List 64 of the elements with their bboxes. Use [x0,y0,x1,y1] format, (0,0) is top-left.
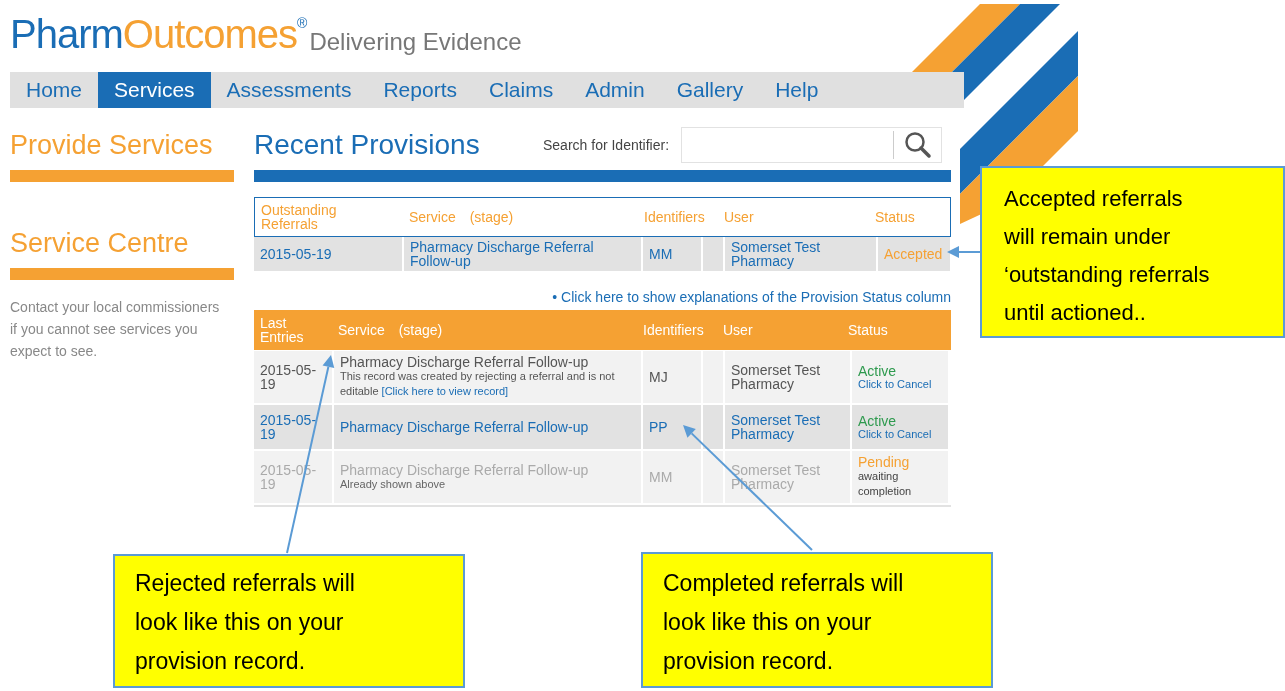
column-header: (stage) [469,207,514,227]
column-header: Service [409,207,456,227]
identifier-text: MM [649,470,673,484]
identifier-text: MM [649,247,673,261]
nav-tab[interactable]: Assessments [210,72,368,108]
search-icon [903,131,932,159]
logo-text: Outcomes [122,14,298,54]
table-cell [703,237,723,271]
cancel-link[interactable]: Click to Cancel [858,427,942,441]
status-text: Pending [858,455,911,469]
table-cell [703,351,723,403]
service-name: Pharmacy Discharge Referral Follow-up [410,240,595,268]
column-header: Outstanding Referrals [261,202,337,232]
column-header: Status [875,208,915,225]
record-note: Already shown above [340,477,446,492]
user-text: Somerset Test Pharmacy [731,413,822,441]
record-note: This record was created by rejecting a referral and is not editable [Click here to view record] [340,370,616,399]
callout-note: Accepted referrals will remain under ‘outstanding referrals until actioned.. [980,166,1285,338]
column-header: User [724,208,754,225]
nav-tab[interactable]: Admin [569,72,661,108]
nav-tab[interactable]: Reports [367,72,473,108]
user-text: Somerset Test Pharmacy [731,240,822,268]
callout-arrow [947,246,981,258]
sidebar-heading: Provide Services [10,130,214,160]
nav-tab[interactable]: Claims [472,72,570,108]
callout-note: Rejected referrals will look like this on your provision record. [113,554,465,688]
status-text: Accepted [884,247,944,261]
status-text: Active [858,363,898,378]
nav-tab[interactable]: Gallery [660,72,760,108]
page-title: Recent Provisions [254,128,481,162]
view-record-link[interactable]: [Click here to view record] [381,385,509,397]
nav-tab[interactable]: Help [759,72,835,108]
registered-mark: ® [297,16,308,30]
column-header: User [723,321,753,338]
logo-text: Pharm [10,14,123,54]
sidebar-text: Contact your local commissioners if you cannot see services you expect to see. [10,298,221,361]
nav-tab[interactable]: Home [10,72,99,108]
search-label: Search for Identifier: [543,135,671,155]
column-header: Last Entries [260,315,304,345]
table-cell [703,451,723,503]
user-text: Somerset Test Pharmacy [731,363,822,391]
identifier-text: PP [649,420,668,434]
service-name: Pharmacy Discharge Referral Follow-up [340,420,590,434]
column-header: Service [338,320,385,340]
date-text: 2015-05-19 [260,363,318,391]
column-header: (stage) [398,320,443,340]
status-note: awaiting completion [858,470,913,499]
column-header: Status [848,321,888,338]
callout-note: Completed referrals will look like this on your provision record. [641,552,993,688]
identifier-text: MJ [649,370,668,384]
table-cell [703,405,723,449]
service-name: Pharmacy Discharge Referral Follow-up [340,462,590,477]
service-name: Pharmacy Discharge Referral Follow-up [340,355,590,369]
column-header: Identifiers [644,208,705,225]
sidebar-heading: Service Centre [10,228,190,258]
explanations-link[interactable]: • Click here to show explanations of the Provision Status column [552,287,951,308]
search-field[interactable] [681,127,942,163]
tagline: Delivering Evidence [309,30,522,54]
cancel-link[interactable]: Click to Cancel [858,377,942,391]
column-header: Identifiers [643,321,704,338]
nav-tab[interactable]: Services [98,72,211,108]
date-text: 2015-05-19 [260,413,318,441]
date-text: 2015-05-19 [260,247,332,261]
status-text: Active [858,413,898,428]
